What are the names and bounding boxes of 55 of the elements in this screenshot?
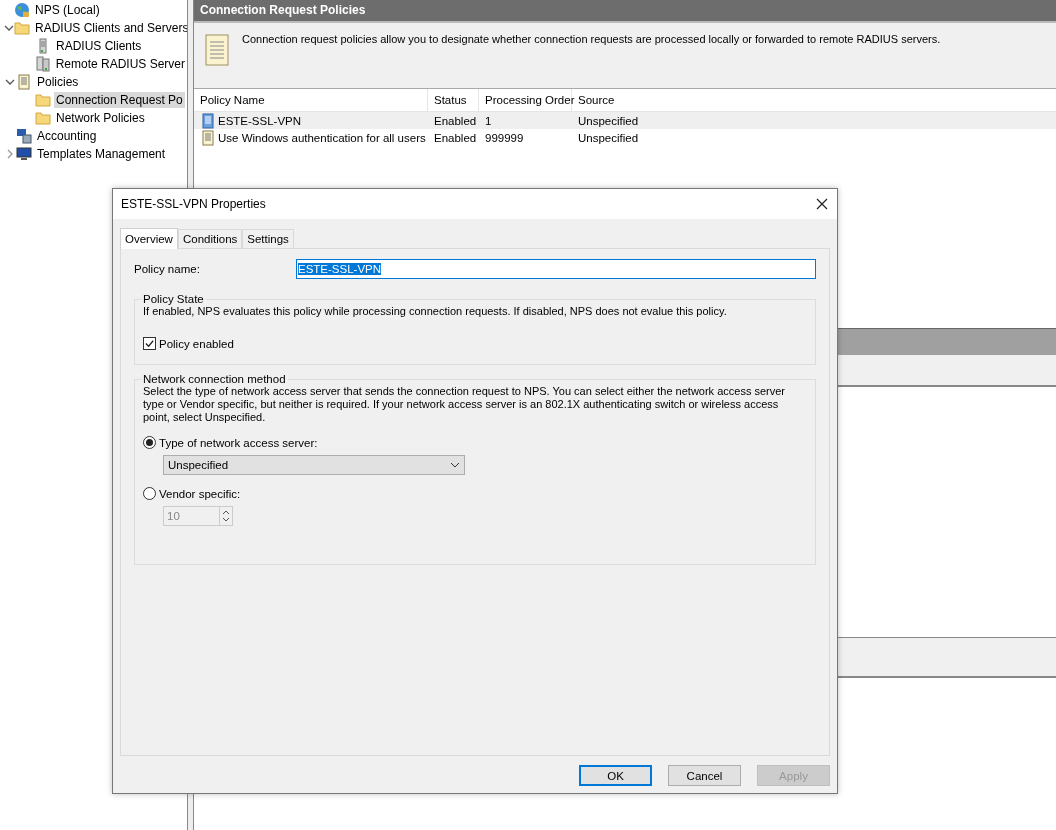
tree-item[interactable]: Connection Request Po <box>54 92 185 108</box>
monitor-icon <box>16 146 32 162</box>
tree-item[interactable]: Templates Management <box>35 146 168 162</box>
group-title: Policy State <box>142 293 205 305</box>
tab[interactable]: Settings <box>242 229 294 248</box>
tree-item[interactable]: Remote RADIUS Server <box>53 56 187 72</box>
table-cell: 1 <box>485 114 492 127</box>
pane-title: Connection Request Policies <box>194 0 1056 23</box>
tree-item[interactable]: Policies <box>35 74 81 90</box>
group-title: Network connection method <box>142 373 287 385</box>
table-cell: 999999 <box>485 131 524 144</box>
table-cell: ESTE-SSL-VPN <box>218 114 302 127</box>
policy-name-field[interactable]: ESTE-SSL-VPN <box>296 259 816 279</box>
table-row[interactable]: Use Windows authentication for all users Enabled 999999 Unspecified <box>194 129 1056 146</box>
group-description: Select the type of network access server that sends the connection request to NPS. You can select either the network access server type or Vendor specific, but neither is required. If your network access server is an 802.1X authenticating switch or wireless access point, select Unspecified. <box>143 385 786 424</box>
table-cell: Unspecified <box>578 114 639 127</box>
table-cell: Enabled <box>434 131 477 144</box>
folder-icon <box>14 20 30 36</box>
checkbox-label[interactable]: Policy enabled <box>159 337 234 350</box>
dropdown[interactable]: Unspecified <box>163 455 465 475</box>
tree-item[interactable]: NPS (Local) <box>33 2 102 18</box>
dialog-title: ESTE-SSL-VPN Properties <box>121 197 266 211</box>
dialog-button[interactable]: OK <box>579 765 652 786</box>
policy-icon <box>200 112 216 129</box>
table-cell: Use Windows authentication for all users <box>218 131 426 144</box>
radio-label[interactable]: Type of network access server: <box>159 436 318 449</box>
scroll-icon <box>16 74 32 90</box>
tree-item[interactable]: Accounting <box>35 128 99 144</box>
chevron-right-icon[interactable] <box>5 149 15 159</box>
column-header[interactable]: Policy Name <box>194 89 428 111</box>
dialog-button[interactable]: Cancel <box>668 765 741 786</box>
close-icon <box>816 198 828 210</box>
caret-icon <box>450 462 460 468</box>
table-cell: Enabled <box>434 114 477 127</box>
chevron-down-icon[interactable] <box>4 23 14 33</box>
radio-button[interactable] <box>143 436 156 449</box>
tab[interactable]: Conditions <box>177 229 243 248</box>
group-description: If enabled, NPS evaluates this policy while processing connection requests. If disabled, NPS does not evalue this policy. <box>143 305 728 318</box>
scroll-icon <box>202 33 232 67</box>
scroll-icon <box>200 129 216 146</box>
table-row[interactable]: ESTE-SSL-VPN Enabled 1 Unspecified <box>194 112 1056 129</box>
tab[interactable]: Overview <box>120 228 178 249</box>
computers-icon <box>16 128 32 144</box>
servers-icon <box>34 56 51 72</box>
folder-icon <box>35 92 51 108</box>
checkbox[interactable] <box>143 337 156 350</box>
chevron-down-icon[interactable] <box>5 77 15 87</box>
globe-icon <box>14 2 30 18</box>
table-cell: Unspecified <box>578 131 639 144</box>
tree-item[interactable]: Network Policies <box>54 110 147 126</box>
tree-item[interactable]: RADIUS Clients <box>54 38 144 54</box>
description-text: Connection request policies allow you to designate whether connection requests are processed locally or forwarded to remote RADIUS servers. <box>242 33 941 45</box>
folder-icon <box>35 110 51 126</box>
field-label: Policy name: <box>134 263 201 275</box>
column-header[interactable]: Status <box>428 89 479 111</box>
